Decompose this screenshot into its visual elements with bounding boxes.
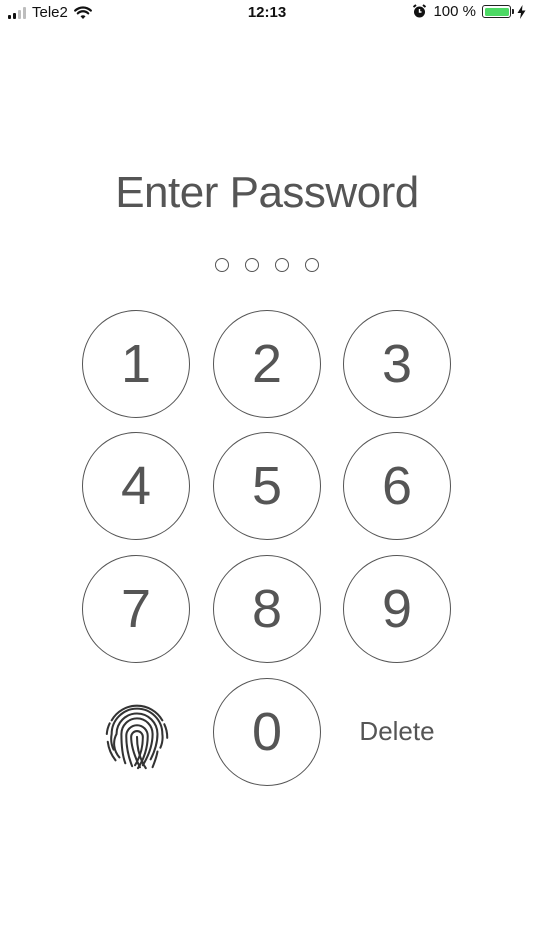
key-8[interactable]: 8	[213, 555, 321, 663]
battery-icon	[482, 5, 514, 18]
key-label: 2	[251, 334, 283, 394]
alarm-icon	[413, 4, 427, 18]
key-label: 0	[251, 702, 283, 762]
battery-fill	[484, 7, 509, 16]
status-right: 100 %	[412, 3, 526, 20]
passcode-dots	[0, 258, 534, 272]
key-2[interactable]: 2	[213, 310, 321, 418]
passcode-dot	[245, 258, 259, 272]
key-7[interactable]: 7	[82, 555, 190, 663]
key-label: 7	[120, 579, 152, 639]
key-label: 6	[381, 456, 413, 516]
key-9[interactable]: 9	[343, 555, 451, 663]
key-label: 8	[251, 579, 283, 639]
key-label: 4	[120, 456, 152, 516]
passcode-dot	[275, 258, 289, 272]
status-bar: Tele2 12:13 100 %	[0, 0, 534, 28]
passcode-dot	[215, 258, 229, 272]
key-label: 3	[381, 334, 413, 394]
key-6[interactable]: 6	[343, 432, 451, 540]
key-3[interactable]: 3	[343, 310, 451, 418]
page-title: Enter Password	[115, 168, 419, 217]
key-1[interactable]: 1	[82, 310, 190, 418]
delete-button[interactable]: Delete	[342, 716, 452, 747]
key-0[interactable]: 0	[213, 678, 321, 786]
key-label: 5	[251, 456, 283, 516]
key-5[interactable]: 5	[213, 432, 321, 540]
key-label: 1	[120, 334, 152, 394]
battery-percent: 100 %	[433, 3, 476, 20]
fingerprint-icon[interactable]	[98, 695, 176, 773]
key-4[interactable]: 4	[82, 432, 190, 540]
key-label: 9	[381, 579, 413, 639]
passcode-dot	[305, 258, 319, 272]
charging-icon	[517, 4, 526, 19]
